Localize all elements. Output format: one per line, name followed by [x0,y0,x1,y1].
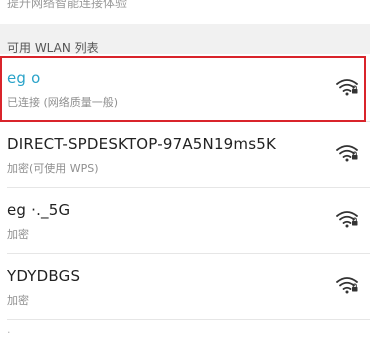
wifi-network-name: eg ·._5G [7,201,71,219]
wifi-network-row[interactable]: YDYDBGS 加密 [0,254,370,320]
wifi-network-status: 已连接 (网络质量一般) [7,96,119,109]
wifi-network-name: DIRECT-SPDESKTOP-97A5N19ms5K [7,135,277,153]
wlan-list-header: 可用 WLAN 列表 [0,24,370,55]
wifi-network-status: 加密 [7,294,29,307]
wifi-signal-locked-icon [336,211,358,228]
wifi-network-row[interactable]: DIRECT-SPDESKTOP-97A5N19ms5K 加密(可使用 WPS) [0,122,370,188]
wifi-signal-locked-icon [336,145,358,162]
top-hint-text: 提升网络智能连接体验 [7,0,128,10]
wifi-network-name: YDYDBGS [7,267,81,285]
wlan-settings-screen: 提升网络智能连接体验 可用 WLAN 列表 eg o 已连接 (网络质量一般) … [0,0,370,342]
wifi-network-row[interactable]: eg ·._5G 加密 [0,188,370,254]
partial-row-marker: · [7,326,11,339]
wlan-list-title: 可用 WLAN 列表 [7,41,99,55]
wifi-signal-locked-icon [336,277,358,294]
wifi-signal-locked-icon [336,79,358,96]
wifi-network-row-connected[interactable]: eg o 已连接 (网络质量一般) [0,56,370,122]
wifi-network-status: 加密 [7,228,29,241]
wifi-network-status: 加密(可使用 WPS) [7,162,99,175]
wifi-network-name: eg o [7,69,41,87]
next-row-partial: · [0,320,370,342]
